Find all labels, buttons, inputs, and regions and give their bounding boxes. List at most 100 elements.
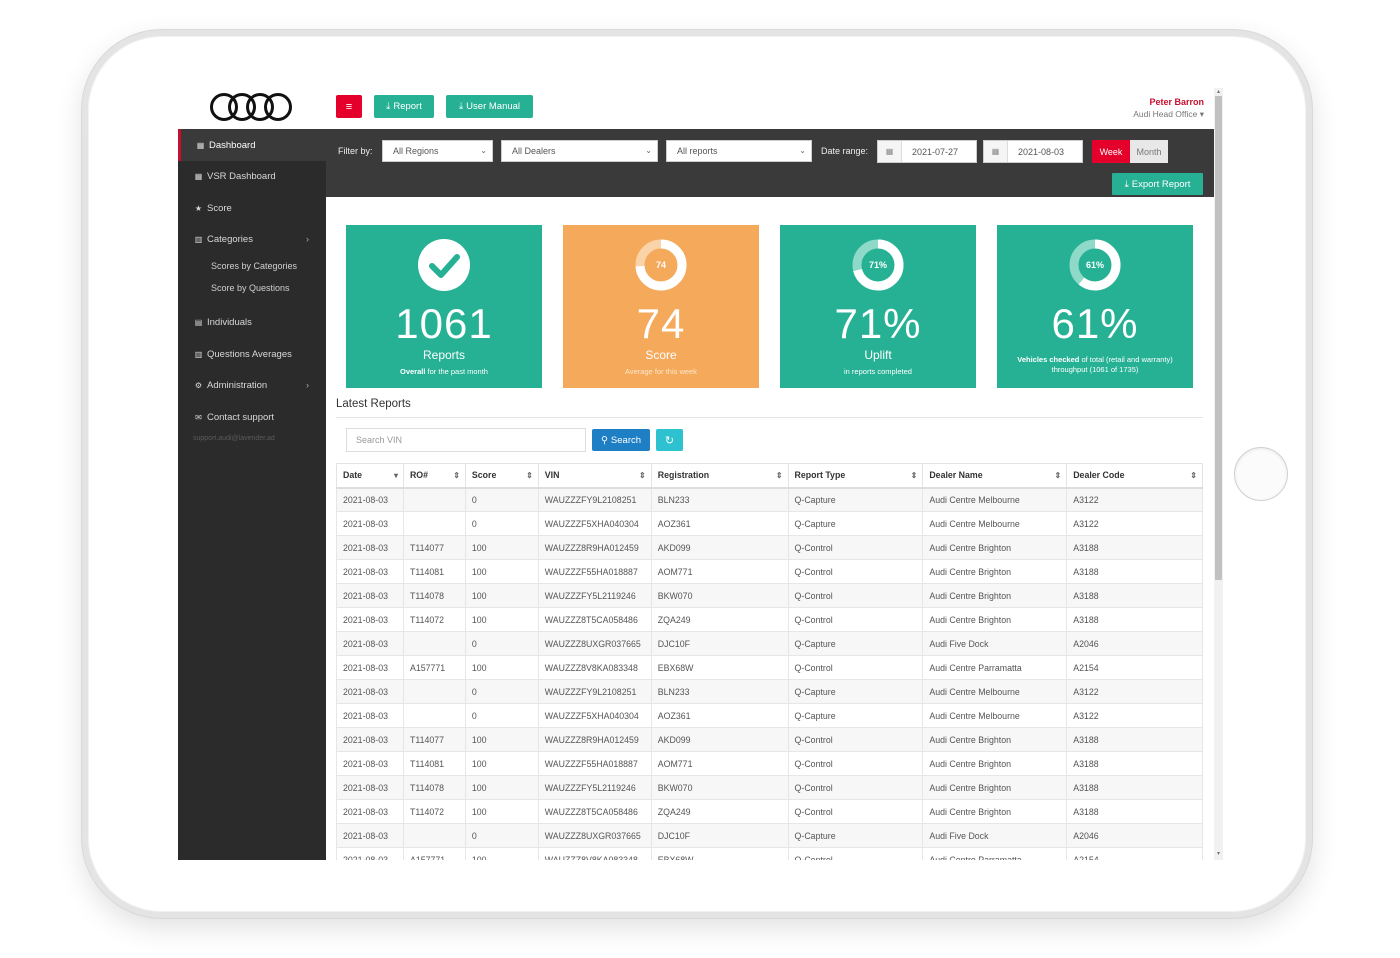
cell-registration: AOZ361 [650, 703, 789, 728]
filter-bar: Filter by: All Regions ⌄ All Dealers ⌄ A… [326, 129, 1214, 197]
table-row[interactable]: 2021-08-03 A157771 100 WAUZZZ8V8KA083348 EBX… [336, 655, 1203, 680]
table-row[interactable]: 2021-08-03 T114072 100 WAUZZZ8T5CA058486 ZQA… [336, 607, 1203, 632]
regions-select[interactable]: All Regions ⌄ [382, 140, 493, 162]
refresh-button[interactable]: ↻ [656, 429, 683, 451]
sidebar-item-categories[interactable]: ▥ Categories › [178, 223, 326, 255]
sort-icon: ⇕ [639, 471, 646, 480]
search-vin-input[interactable]: Search VIN [346, 428, 586, 452]
table-row[interactable]: 2021-08-03 T114078 100 WAUZZZFY5L2119246 BKW… [336, 775, 1203, 800]
column-header-dealer-code[interactable]: Dealer Code ⇕ [1066, 463, 1203, 489]
table-row[interactable]: 2021-08-03 T114081 100 WAUZZZF55HA018887 AOM… [336, 559, 1203, 584]
dealers-select[interactable]: All Dealers ⌄ [501, 140, 658, 162]
export-report-button[interactable]: ⤓ Export Report [1112, 173, 1203, 195]
table-row[interactable]: 2021-08-03 T114072 100 WAUZZZ8T5CA058486 ZQA… [336, 799, 1203, 824]
table-row[interactable]: 2021-08-03 T114077 100 WAUZZZ8R9HA012459 AKD… [336, 535, 1203, 560]
cell-ro [402, 487, 466, 512]
stat-label: Uplift [864, 348, 892, 362]
scroll-up-arrow-icon[interactable]: ▴ [1215, 88, 1222, 95]
cell-dealer-code: A3122 [1066, 487, 1203, 512]
cell-dealer-name: Audi Centre Brighton [922, 535, 1068, 560]
sidebar-item-vsr-dashboard[interactable]: ▦ VSR Dashboard [178, 160, 326, 192]
table-row[interactable]: 2021-08-03 T114077 100 WAUZZZ8R9HA012459 AKD… [336, 727, 1203, 752]
cell-dealer-name: Audi Centre Melbourne [922, 703, 1068, 728]
sidebar-item-contact-support[interactable]: ✉ Contact support [178, 401, 326, 433]
column-header-date[interactable]: Date ▾ [336, 463, 404, 489]
bar-chart-icon: ▥ [194, 349, 203, 359]
cell-vin: WAUZZZFY9L2108251 [537, 679, 652, 704]
sidebar-subitem-score-by-questions[interactable]: Score by Questions [211, 283, 290, 293]
table-row[interactable]: 2021-08-03 T114078 100 WAUZZZFY5L2119246 BKW… [336, 583, 1203, 608]
cell-dealer-code: A3188 [1066, 751, 1203, 776]
column-header-score[interactable]: Score ⇕ [464, 463, 539, 489]
sidebar-subitem-scores-by-categories[interactable]: Scores by Categories [211, 261, 297, 271]
sort-icon: ⇕ [526, 471, 533, 480]
tablet-home-button[interactable] [1234, 447, 1288, 501]
column-header-dealer-name[interactable]: Dealer Name ⇕ [922, 463, 1068, 489]
cell-dealer-name: Audi Centre Brighton [922, 751, 1068, 776]
menu-toggle-button[interactable]: ≡ [336, 95, 362, 118]
sidebar-item-administration[interactable]: ⚙ Administration › [178, 369, 326, 401]
table-row[interactable]: 2021-08-03 0 WAUZZZF5XHA040304 AOZ361 Q-Capt… [336, 703, 1203, 728]
table-row[interactable]: 2021-08-03 0 WAUZZZF5XHA040304 AOZ361 Q-Capt… [336, 511, 1203, 536]
cell-date: 2021-08-03 [336, 559, 404, 584]
sidebar-item-questions-averages[interactable]: ▥ Questions Averages [178, 338, 326, 370]
cell-vin: WAUZZZ8T5CA058486 [537, 607, 652, 632]
cell-score: 0 [464, 679, 539, 704]
column-header-registration[interactable]: Registration ⇕ [650, 463, 789, 489]
column-header-ro[interactable]: RO# ⇕ [402, 463, 466, 489]
column-header-report-type[interactable]: Report Type ⇕ [787, 463, 924, 489]
table-row[interactable]: 2021-08-03 T114081 100 WAUZZZF55HA018887 AOM… [336, 751, 1203, 776]
table-row[interactable]: 2021-08-03 0 WAUZZZ8UXGR037665 DJC10F Q-Capt… [336, 631, 1203, 656]
cell-score: 100 [464, 847, 539, 860]
cell-report-type: Q-Capture [787, 703, 924, 728]
sidebar-item-individuals[interactable]: ▤ Individuals [178, 306, 326, 338]
cell-score: 0 [464, 631, 539, 656]
cell-report-type: Q-Capture [787, 631, 924, 656]
sidebar-item-score[interactable]: ★ Score [178, 192, 326, 224]
date-to-field[interactable]: ▦ 2021-08-03 [983, 140, 1083, 163]
date-range-label: Date range: [821, 146, 869, 156]
user-manual-button[interactable]: ⤓ User Manual [446, 95, 533, 118]
cell-dealer-name: Audi Centre Melbourne [922, 487, 1068, 512]
cell-report-type: Q-Control [787, 751, 924, 776]
caret-down-icon: ▾ [1199, 109, 1204, 119]
stat-card-score: 74 74 Score Average for this week [563, 225, 759, 388]
cell-vin: WAUZZZFY5L2119246 [537, 775, 652, 800]
cell-report-type: Q-Control [787, 655, 924, 680]
column-header-label: Score [471, 470, 497, 481]
week-toggle[interactable]: Week [1092, 140, 1130, 163]
cell-vin: WAUZZZ8V8KA083348 [537, 847, 652, 860]
column-header-vin[interactable]: VIN ⇕ [537, 463, 652, 489]
support-email[interactable]: support.audi@lavender.ad [193, 435, 275, 442]
cell-dealer-name: Audi Centre Parramatta [922, 847, 1068, 860]
user-menu[interactable]: Peter Barron Audi Head Office ▾ [1133, 97, 1204, 120]
scrollbar-thumb[interactable] [1215, 96, 1222, 580]
cell-score: 0 [464, 703, 539, 728]
cell-registration: EBX68W [650, 847, 789, 860]
cell-dealer-name: Audi Centre Brighton [922, 583, 1068, 608]
scroll-down-arrow-icon[interactable]: ▾ [1215, 850, 1222, 857]
scrollbar[interactable]: ▴ ▾ [1214, 88, 1223, 860]
cell-dealer-name: Audi Centre Brighton [922, 775, 1068, 800]
search-icon: ⚲ [600, 434, 608, 446]
cell-date: 2021-08-03 [336, 727, 404, 752]
cell-dealer-code: A3188 [1066, 607, 1203, 632]
search-button[interactable]: ⚲ Search [592, 429, 650, 451]
month-toggle[interactable]: Month [1130, 140, 1168, 163]
vehicles-donut: 61% [1069, 239, 1121, 291]
chevron-right-icon: › [306, 234, 309, 244]
table-row[interactable]: 2021-08-03 0 WAUZZZFY9L2108251 BLN233 Q-Capt… [336, 487, 1203, 512]
sidebar-item-label: Categories [207, 233, 253, 245]
sidebar-item-dashboard[interactable]: ▦ Dashboard [178, 129, 326, 161]
cell-dealer-name: Audi Centre Parramatta [922, 655, 1068, 680]
reports-select[interactable]: All reports ⌄ [666, 140, 812, 162]
stat-subtext: Vehicles checked of total (retail and wa… [1007, 355, 1183, 375]
sidebar-item-label: Individuals [207, 316, 252, 328]
report-button[interactable]: ⤓ Report [374, 95, 434, 118]
table-row[interactable]: 2021-08-03 A157771 100 WAUZZZ8V8KA083348 EBX… [336, 847, 1203, 860]
table-row[interactable]: 2021-08-03 0 WAUZZZ8UXGR037665 DJC10F Q-Capt… [336, 823, 1203, 848]
date-from-field[interactable]: ▦ 2021-07-27 [877, 140, 977, 163]
table-row[interactable]: 2021-08-03 0 WAUZZZFY9L2108251 BLN233 Q-Capt… [336, 679, 1203, 704]
cell-date: 2021-08-03 [336, 799, 404, 824]
cell-report-type: Q-Control [787, 583, 924, 608]
